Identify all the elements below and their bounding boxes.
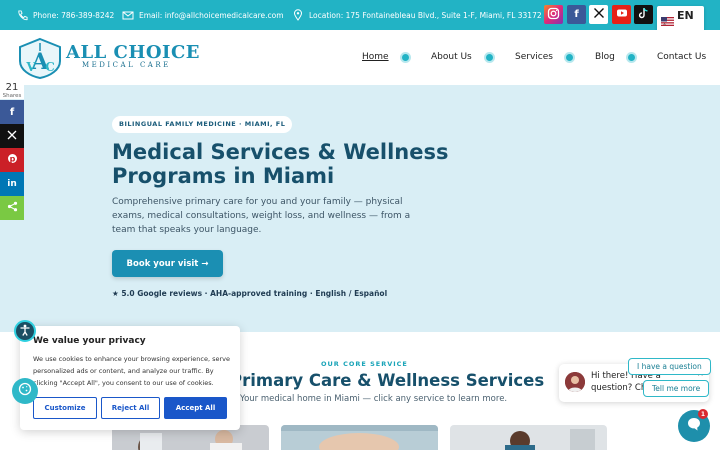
service-card-image[interactable] bbox=[281, 425, 438, 450]
location-contact[interactable]: Location: 175 Fontainebleau Blvd., Suite… bbox=[292, 9, 542, 21]
services-eyebrow: OUR CORE SERVICE bbox=[321, 360, 408, 368]
services-subtitle: Your medical home in Miami — click any s… bbox=[240, 394, 508, 404]
cookie-customize-button[interactable]: Customize bbox=[33, 397, 97, 419]
nav-separator-dot bbox=[486, 54, 493, 61]
cookie-settings-button[interactable] bbox=[12, 378, 38, 404]
logo-title[interactable]: ALL CHOICE bbox=[66, 42, 200, 63]
us-flag-icon bbox=[661, 11, 674, 26]
pinterest-icon: p bbox=[7, 153, 18, 167]
share-facebook-button[interactable]: f bbox=[0, 100, 24, 124]
tiktok-icon bbox=[638, 7, 649, 22]
nav-about-us[interactable]: About Us bbox=[431, 52, 472, 62]
cookie-consent-banner: We value your privacy We use cookies to … bbox=[20, 326, 240, 430]
chat-quick-reply-question[interactable]: I have a question bbox=[628, 358, 711, 375]
svg-text:C: C bbox=[45, 60, 55, 74]
nav-separator-dot bbox=[566, 54, 573, 61]
hero-badge: BILINGUAL FAMILY MEDICINE · MIAMI, FL bbox=[112, 116, 293, 133]
book-visit-button[interactable]: Book your visit → bbox=[112, 250, 223, 277]
share-more-button[interactable] bbox=[0, 196, 24, 220]
phone-icon bbox=[16, 9, 28, 21]
hero-section: BILINGUAL FAMILY MEDICINE · MIAMI, FL Me… bbox=[0, 85, 720, 332]
cookie-body: We use cookies to enhance your browsing … bbox=[33, 355, 230, 387]
chevron-down-icon: ⌃ bbox=[662, 23, 668, 30]
svg-text:V: V bbox=[25, 60, 36, 74]
hero-lead: Comprehensive primary care for you and y… bbox=[112, 197, 411, 235]
chat-icon bbox=[686, 416, 702, 436]
instagram-link[interactable] bbox=[544, 5, 563, 24]
x-icon bbox=[593, 7, 605, 22]
chat-agent-avatar bbox=[565, 372, 585, 392]
hero-title: Medical Services & Wellness Programs in … bbox=[112, 140, 449, 188]
services-title: Primary Care & Wellness Services bbox=[230, 371, 545, 390]
top-contact-bar: Phone: 786-389-8242 Email: info@allchoic… bbox=[0, 0, 720, 30]
location-pin-icon bbox=[292, 9, 304, 21]
cookie-icon bbox=[18, 382, 32, 400]
youtube-icon bbox=[616, 7, 628, 22]
share-count: 21 bbox=[5, 82, 19, 93]
site-header: A V C ALL CHOICE MEDICAL CARE Home About… bbox=[0, 30, 720, 85]
linkedin-icon: in bbox=[7, 179, 17, 189]
cookie-accept-button[interactable]: Accept All bbox=[164, 397, 227, 419]
facebook-link[interactable]: f bbox=[567, 5, 586, 24]
nav-blog[interactable]: Blog bbox=[595, 52, 615, 62]
service-card-image[interactable] bbox=[450, 425, 607, 450]
trust-badges: ★ 5.0 Google reviews · AHA-approved trai… bbox=[112, 289, 388, 298]
nav-contact-us[interactable]: Contact Us bbox=[657, 52, 706, 62]
nav-separator-dot bbox=[628, 54, 635, 61]
cookie-title: We value your privacy bbox=[33, 336, 146, 346]
nav-separator-dot bbox=[402, 54, 409, 61]
phone-contact[interactable]: Phone: 786-389-8242 bbox=[16, 9, 114, 21]
share-pinterest-button[interactable]: p bbox=[0, 148, 24, 172]
x-twitter-link[interactable] bbox=[589, 5, 608, 24]
facebook-icon: f bbox=[9, 106, 15, 118]
nav-services[interactable]: Services bbox=[515, 52, 553, 62]
chat-quick-reply-more[interactable]: Tell me more bbox=[643, 380, 710, 397]
share-linkedin-button[interactable]: in bbox=[0, 172, 24, 196]
facebook-icon: f bbox=[574, 9, 579, 20]
share-x-button[interactable] bbox=[0, 124, 24, 148]
share-icon bbox=[7, 201, 18, 215]
youtube-link[interactable] bbox=[612, 5, 631, 24]
instagram-icon bbox=[547, 7, 560, 23]
email-contact[interactable]: Email: info@allchoicemedicalcare.com bbox=[122, 9, 284, 21]
logo-emblem[interactable]: A V C bbox=[16, 37, 64, 80]
share-label: Shares bbox=[2, 93, 22, 99]
logo-subtitle: MEDICAL CARE bbox=[82, 61, 171, 69]
tiktok-link[interactable] bbox=[634, 5, 653, 24]
accessibility-button[interactable] bbox=[14, 320, 36, 342]
x-icon bbox=[7, 130, 17, 143]
accessibility-icon bbox=[18, 322, 32, 341]
cookie-reject-button[interactable]: Reject All bbox=[101, 397, 160, 419]
language-code: EN bbox=[677, 9, 694, 22]
phone-text: Phone: 786-389-8242 bbox=[33, 10, 115, 20]
email-icon bbox=[122, 9, 134, 21]
share-counter: 21 Shares bbox=[0, 82, 24, 99]
chat-unread-badge: 1 bbox=[698, 409, 708, 419]
location-text: Location: 175 Fontainebleau Blvd., Suite… bbox=[309, 10, 542, 20]
nav-home[interactable]: Home bbox=[362, 52, 389, 62]
svg-text:p: p bbox=[9, 155, 15, 164]
email-text: Email: info@allchoicemedicalcare.com bbox=[139, 10, 284, 20]
